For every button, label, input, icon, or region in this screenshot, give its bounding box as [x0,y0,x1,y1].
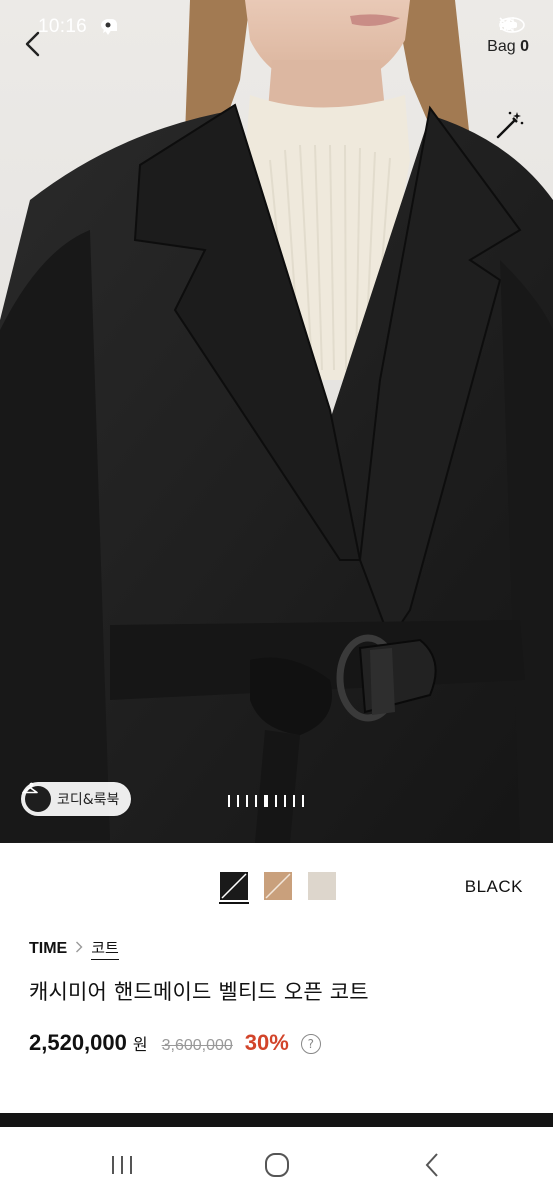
chevron-right-icon [75,941,83,957]
status-bar: 10:16 [0,12,553,46]
product-image[interactable]: 10:16 Bag 0 코디&룩북 [0,0,553,843]
pager-dot[interactable] [255,795,257,807]
home-button[interactable] [257,1149,297,1181]
sale-price: 2,520,000 [29,1030,127,1055]
price-help-icon[interactable]: ? [300,1034,321,1054]
discount-rate: 30% [244,1030,289,1055]
lookbook-label: 코디&룩북 [57,792,120,808]
pager-dot[interactable] [302,795,304,807]
breadcrumb: TIME 코트 [29,937,119,960]
home-icon [265,1153,289,1177]
chevron-left-icon [25,31,40,57]
pager-dot[interactable] [284,795,286,807]
recent-apps-icon [112,1156,132,1174]
product-title: 캐시미어 핸드메이드 벨티드 오픈 코트 [29,980,369,1004]
swatch-beige[interactable] [308,872,336,900]
magic-wand-button[interactable] [493,110,525,142]
original-price: 3,600,000 [161,1037,233,1054]
price-row: 2,520,000 원 3,600,000 30% ? [29,1030,321,1056]
pager-dot[interactable] [246,795,248,807]
selected-color-name: BLACK [464,877,523,896]
recent-apps-button[interactable] [102,1149,142,1181]
swatch-black[interactable] [219,872,249,904]
bag-label: Bag [487,38,516,55]
brand-link[interactable]: TIME [29,940,67,958]
back-button[interactable] [22,30,54,66]
bag-button[interactable]: Bag 0 [487,38,529,56]
pager-dot[interactable] [275,795,277,807]
back-icon [425,1153,438,1177]
currency: 원 [132,1035,148,1054]
pager-dot[interactable] [264,795,268,807]
coat-photo [0,0,553,843]
swatch-slash-icon [221,873,247,899]
category-link[interactable]: 코트 [91,937,119,960]
swatch-camel[interactable] [264,872,292,900]
image-pager[interactable] [228,795,304,807]
magic-wand-icon [496,111,524,139]
pager-dot[interactable] [293,795,295,807]
bag-count: 0 [520,38,529,55]
system-back-button[interactable] [412,1149,452,1181]
pager-dot[interactable] [237,795,239,807]
section-divider [0,1113,553,1127]
swatch-slash-icon [265,873,291,899]
lookbook-button[interactable]: 코디&룩북 [21,782,132,816]
color-swatches [219,872,336,904]
pager-dot[interactable] [228,795,230,807]
hanger-icon [22,782,51,812]
system-nav-bar [0,1127,553,1200]
